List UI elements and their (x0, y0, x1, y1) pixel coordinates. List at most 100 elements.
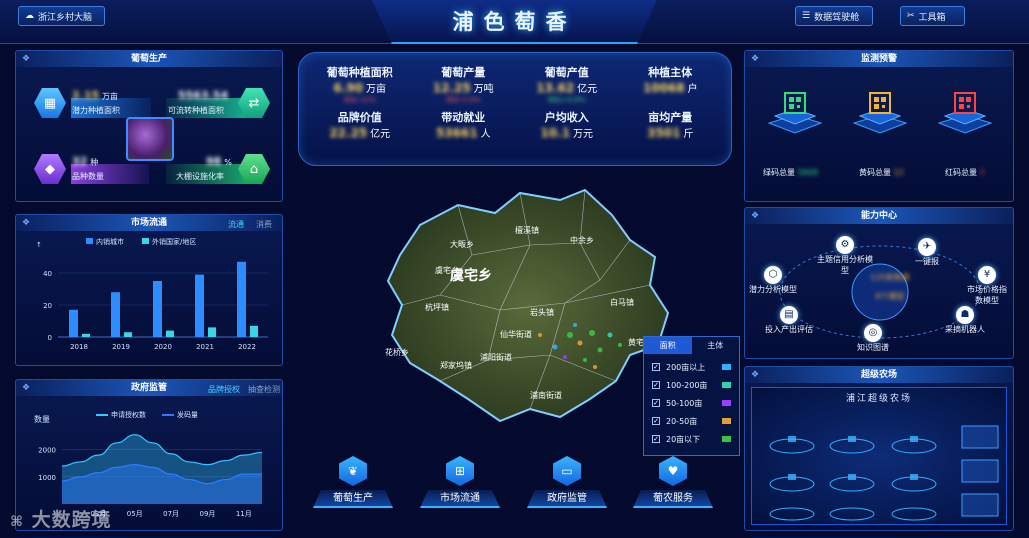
node-knowledge-graph[interactable]: ◎ 知识图谱 (857, 324, 889, 353)
market-legend: 内销城市 外销国家/地区 (86, 237, 196, 247)
leaf-icon: ❖ (22, 383, 31, 393)
node-robot[interactable]: ☗ 采摘机器人 (945, 306, 985, 335)
bar (166, 330, 174, 337)
node-price-index[interactable]: ¥ 市场价格指数模型 (965, 266, 1009, 306)
cube-icon: ⬡ (764, 266, 782, 284)
legend-row[interactable]: ✓ 20-50亩 (652, 412, 731, 430)
y-tick-label: 2000 (38, 447, 56, 455)
tab-consumption[interactable]: 消费 (256, 219, 272, 230)
y-tick-label: 20 (43, 302, 52, 310)
transfer-area-value: 5563.54 (178, 89, 229, 102)
robot-icon: ☗ (956, 306, 974, 324)
checkbox[interactable]: ✓ (652, 399, 660, 407)
tab-brand-auth[interactable]: 品牌授权 (208, 384, 240, 395)
bar (153, 281, 162, 337)
farm-digital-twin[interactable]: 浦江超级农场 (751, 387, 1007, 525)
red-code-icon (937, 92, 993, 134)
grape-image (126, 117, 174, 161)
village-brain-button[interactable]: ☁ 浙江乡村大脑 (18, 6, 105, 26)
market-yaxis-arrow: ↑ (36, 241, 42, 249)
x-tick-label: 2020 (154, 343, 172, 351)
legend-tab-area[interactable]: 面积 (644, 337, 692, 354)
y-tick-label: 1000 (38, 474, 56, 482)
nav-gov[interactable]: ▭ 政府监管 (527, 456, 607, 508)
legend-row[interactable]: ✓ 200亩以上 (652, 358, 731, 376)
town-label: 中余乡 (570, 235, 594, 245)
stats-grid: 葡萄种植面积 6.90 万亩 同比-12% 葡萄产量 12.25 万吨 同比-5… (308, 64, 722, 140)
legend-row[interactable]: ✓ 50-100亩 (652, 394, 731, 412)
town-label: 浦南街道 (530, 390, 562, 400)
checkbox[interactable]: ✓ (652, 417, 660, 425)
report-icon: ✈ (918, 238, 936, 256)
bar (250, 325, 258, 337)
leaf-icon: ❖ (751, 211, 760, 221)
x-tick-label: 11月 (236, 510, 252, 518)
sliders-icon: ☰ (802, 11, 811, 21)
bar (111, 292, 120, 337)
town-label: 仙华街道 (500, 329, 532, 339)
toolbox-button[interactable]: ✂ 工具箱 (900, 6, 965, 26)
town-label: 岩头镇 (530, 307, 554, 317)
cloud-icon: ☁ (25, 11, 34, 21)
node-one-click[interactable]: ✈ 一键报 (915, 238, 939, 267)
legend-row[interactable]: ✓ 100-200亩 (652, 376, 731, 394)
gov-title: 政府监管 (16, 380, 282, 396)
checkbox[interactable]: ✓ (652, 363, 660, 371)
cockpit-button[interactable]: ☰ 数据驾驶舱 (795, 6, 873, 26)
color-swatch (722, 436, 731, 442)
gov-legend: 申请授权数 发码量 (96, 410, 198, 420)
capability-title: 能力中心 (745, 208, 1013, 224)
town-label: 花桥乡 (385, 347, 409, 357)
bar (195, 274, 204, 337)
stat-jobs: 带动就业 53661 人 (435, 111, 491, 140)
tool-icon: ✂ (907, 11, 915, 21)
warning-title: 监测预警 (745, 51, 1013, 67)
farm-panel: 超级农场 ❖ 浦江超级农场 (744, 366, 1014, 531)
x-tick-label: 2021 (196, 343, 214, 351)
town-label: 郑家坞镇 (440, 360, 472, 370)
x-tick-label: 05月 (127, 510, 143, 518)
tab-spot-check[interactable]: 抽查检测 (248, 384, 280, 395)
x-tick-label: 07月 (163, 510, 179, 518)
node-potential-model[interactable]: ⬡ 潜力分析模型 (749, 266, 797, 295)
farm-platforms (769, 425, 999, 521)
potential-area-label: 潜力种植面积 (72, 106, 120, 115)
checkbox[interactable]: ✓ (652, 381, 660, 389)
town-label: 白马镇 (610, 297, 634, 307)
town-label: 杭坪镇 (425, 302, 449, 312)
watermark: ⌘ 大数跨境 (10, 509, 112, 531)
page-title: 浦色萄香 (452, 10, 577, 34)
stat-area: 葡萄种植面积 6.90 万亩 同比-12% (326, 66, 393, 104)
capability-center: 125条数据 8个模型 (870, 273, 910, 301)
node-credit-model[interactable]: ⚙ 主题信用分析模型 (815, 236, 875, 276)
x-tick-label: 2019 (112, 343, 130, 351)
greenhouse-stat: 98 % (206, 155, 232, 168)
legend-tab-subject[interactable]: 主体 (692, 337, 740, 354)
legend-row[interactable]: ✓ 20亩以下 (652, 430, 731, 448)
yellow-code-icon (852, 92, 908, 134)
tab-circulation[interactable]: 流通 (228, 219, 244, 230)
y-tick-label: 0 (48, 334, 52, 342)
production-title: 葡萄生产 (16, 51, 282, 67)
greenhouse-label: 大棚设施化率 (176, 172, 224, 181)
stat-income: 户均收入 10.1 万元 (540, 111, 593, 140)
stat-brand: 品牌价值 22.25 亿元 (329, 111, 391, 140)
cart-icon: ⊞ (446, 456, 474, 486)
checkbox[interactable]: ✓ (652, 435, 660, 443)
color-swatch (722, 382, 731, 388)
leaf-icon: ❖ (22, 54, 31, 64)
town-label: 大畈乡 (450, 239, 474, 249)
warning-panel: 监测预警 ❖ 绿码总量 5668 黄码总量 12 红码总量 3 (744, 50, 1014, 202)
stat-yield: 亩均产量 3501 斤 (647, 111, 694, 140)
model-icon: ⚙ (836, 236, 854, 254)
watermark-logo-icon: ⌘ (10, 514, 24, 530)
chart-icon: ▤ (780, 306, 798, 324)
farm-banner: 浦江超级农场 (845, 394, 912, 404)
color-swatch (722, 418, 731, 424)
nav-production[interactable]: ❦ 葡萄生产 (313, 456, 393, 508)
nav-market[interactable]: ⊞ 市场流通 (420, 456, 500, 508)
color-swatch (722, 364, 731, 370)
leaf-icon: ❖ (22, 218, 31, 228)
nav-service[interactable]: ♥ 葡农服务 (633, 456, 713, 508)
node-input-output[interactable]: ▤ 投入产出评估 (765, 306, 813, 335)
